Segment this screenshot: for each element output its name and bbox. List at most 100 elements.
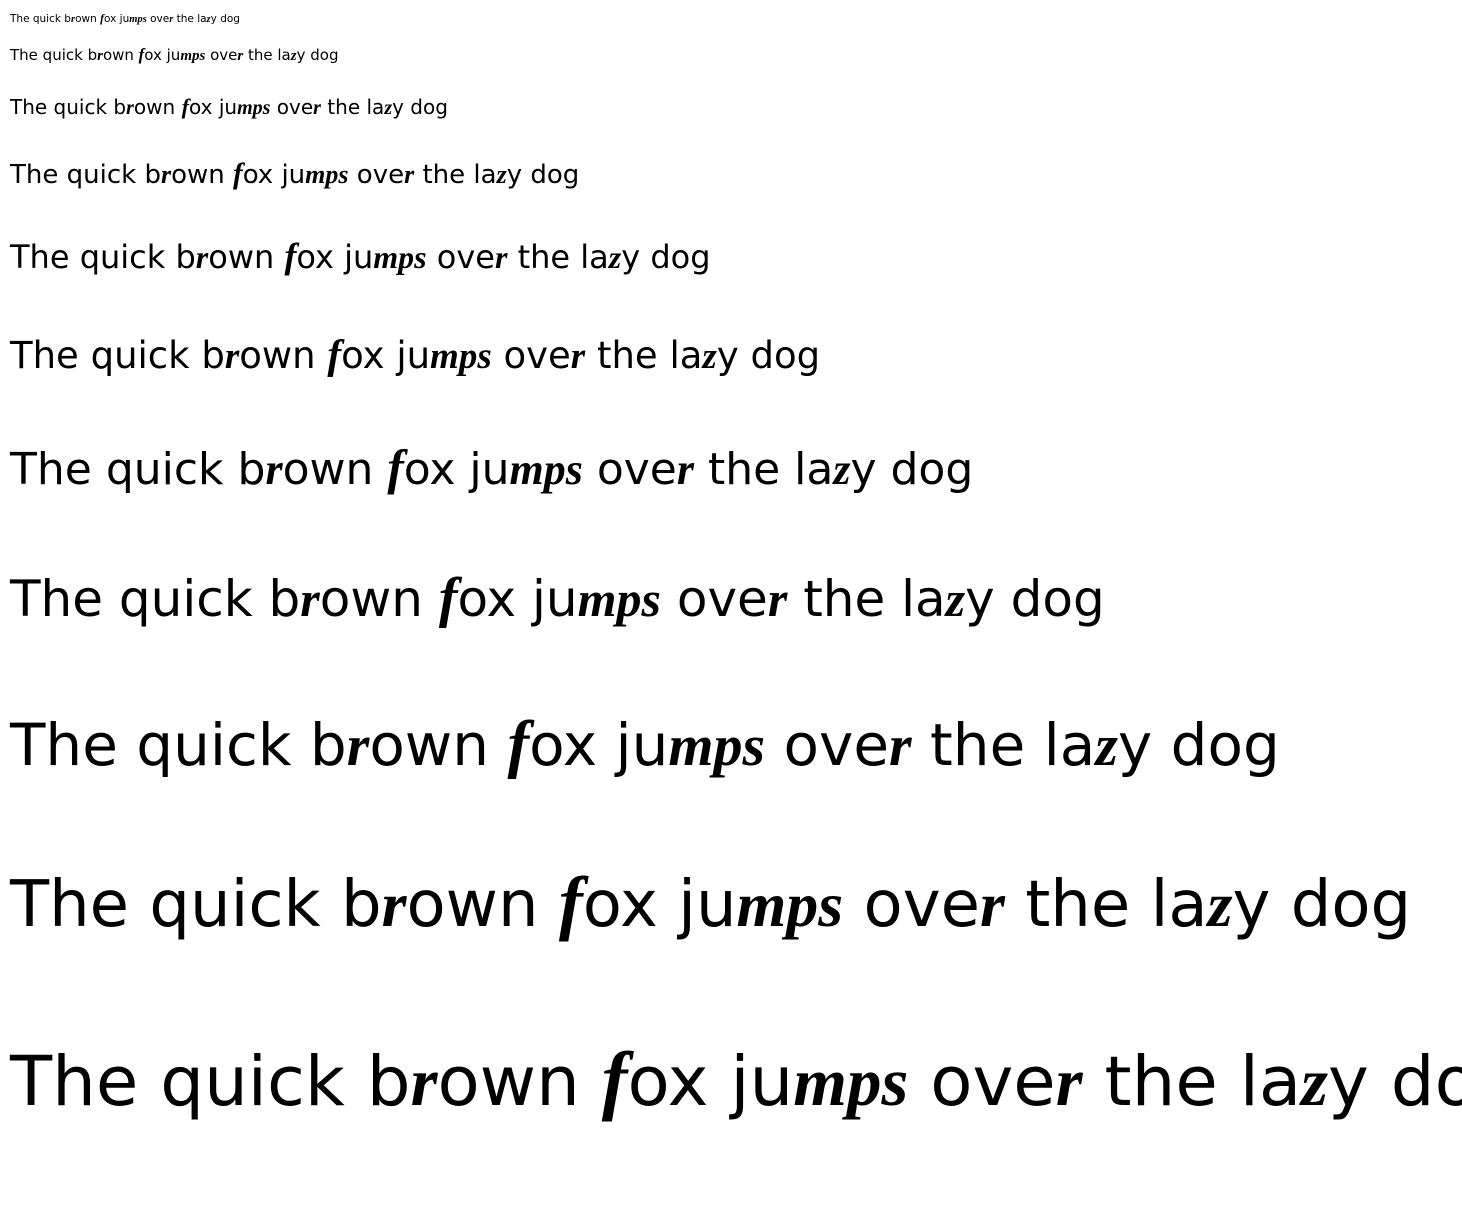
substituted-glyph: r <box>979 869 1005 940</box>
text-run: The quick b <box>10 444 266 495</box>
specimen-line: The quick brown fox jumps over the lazy … <box>10 331 821 377</box>
substituted-glyph: mps <box>180 48 206 64</box>
text-run: ox ju <box>582 868 737 942</box>
substituted-glyph: f <box>233 158 243 190</box>
text-run: own <box>133 95 182 119</box>
substituted-glyph: z <box>833 445 851 494</box>
text-run: ove <box>146 13 170 25</box>
substituted-glyph: z <box>1207 869 1233 940</box>
text-run: own <box>437 1042 602 1122</box>
text-run: the la <box>173 13 207 25</box>
text-run: ove <box>582 444 677 495</box>
text-run: ox ju <box>457 570 578 628</box>
substituted-glyph: mps <box>129 14 147 25</box>
text-run: ove <box>205 46 238 64</box>
substituted-glyph: f <box>284 236 297 276</box>
substituted-glyph: mps <box>577 571 661 627</box>
text-run: ox ju <box>242 160 306 190</box>
substituted-glyph: z <box>1095 713 1118 778</box>
substituted-glyph: z <box>945 571 966 627</box>
text-run: ove <box>348 160 405 190</box>
text-run: own <box>208 238 285 276</box>
text-run: y dog <box>392 95 448 119</box>
specimen-line: The quick brown fox jumps over the lazy … <box>10 1040 1462 1120</box>
text-run: ove <box>426 238 495 276</box>
text-run: own <box>102 46 139 64</box>
text-run: The quick b <box>10 46 98 64</box>
specimen-line: The quick brown fox jumps over the lazy … <box>10 712 1280 777</box>
text-run: ove <box>765 711 890 779</box>
substituted-glyph: f <box>558 862 583 942</box>
text-run: ox ju <box>627 1042 794 1122</box>
substituted-glyph: r <box>224 336 240 377</box>
specimen-line: The quick brown fox jumps over the lazy … <box>10 236 711 276</box>
text-run: y dog <box>1328 1042 1462 1122</box>
substituted-glyph: r <box>889 713 912 778</box>
text-run: the la <box>585 334 703 377</box>
text-run: own <box>75 13 101 25</box>
substituted-glyph: f <box>601 1036 628 1122</box>
text-run: y dog <box>296 46 339 64</box>
substituted-glyph: r <box>160 160 172 189</box>
substituted-glyph: r <box>313 97 321 119</box>
text-run: own <box>282 444 388 495</box>
substituted-glyph: mps <box>237 97 271 119</box>
text-run: The quick b <box>10 1042 411 1122</box>
text-run: ove <box>908 1042 1056 1122</box>
substituted-glyph: r <box>300 571 320 627</box>
text-run: ove <box>660 570 768 628</box>
substituted-glyph: r <box>570 336 586 377</box>
text-run: y dog <box>965 570 1105 628</box>
text-run: the la <box>911 711 1096 779</box>
substituted-glyph: f <box>327 331 342 377</box>
substituted-glyph: mps <box>509 445 583 494</box>
substituted-glyph: r <box>381 869 407 940</box>
substituted-glyph: r <box>767 571 788 627</box>
substituted-glyph: z <box>384 97 393 119</box>
substituted-glyph: r <box>410 1044 438 1120</box>
substituted-glyph: f <box>181 94 190 119</box>
text-run: own <box>406 868 559 942</box>
text-run: y dog <box>716 334 821 377</box>
substituted-glyph: mps <box>736 869 844 940</box>
substituted-glyph: mps <box>305 160 349 189</box>
specimen-line: The quick brown fox jumps over the lazy … <box>10 570 1105 626</box>
text-run: y dog <box>850 444 974 495</box>
substituted-glyph: r <box>195 239 209 275</box>
substituted-glyph: f <box>387 440 404 495</box>
text-run: ove <box>491 334 571 377</box>
text-run: the la <box>787 570 946 628</box>
text-run: y dog <box>621 238 711 276</box>
text-run: The quick b <box>10 95 127 119</box>
substituted-glyph: r <box>1055 1044 1083 1120</box>
text-run: ove <box>270 95 314 119</box>
substituted-glyph: mps <box>373 239 427 275</box>
specimen-line: The quick brown fox jumps over the lazy … <box>10 158 579 190</box>
text-run: y dog <box>210 13 240 25</box>
text-run: the la <box>320 95 385 119</box>
specimen-line: The quick brown fox jumps over the lazy … <box>10 13 240 26</box>
text-run: The quick b <box>10 238 196 276</box>
text-run: The quick b <box>10 868 382 942</box>
text-run: The quick b <box>10 334 225 377</box>
substituted-glyph: mps <box>793 1044 909 1120</box>
substituted-glyph: r <box>346 713 370 778</box>
text-run: the la <box>693 444 834 495</box>
text-run: ox ju <box>341 334 431 377</box>
text-run: ox ju <box>104 13 130 25</box>
substituted-glyph: z <box>702 336 717 377</box>
substituted-glyph: r <box>265 445 283 494</box>
substituted-glyph: z <box>608 239 622 275</box>
text-run: The quick b <box>10 570 301 628</box>
text-run: the la <box>1004 868 1208 942</box>
text-run: The quick b <box>10 711 347 779</box>
specimen-line: The quick brown fox jumps over the lazy … <box>10 443 973 492</box>
text-run: ox ju <box>144 46 181 64</box>
text-run: ox ju <box>529 711 669 779</box>
substituted-glyph: f <box>507 708 530 780</box>
specimen-line: The quick brown fox jumps over the lazy … <box>10 94 448 119</box>
text-run: own <box>369 711 508 779</box>
text-run: ox ju <box>189 95 238 119</box>
substituted-glyph: mps <box>430 336 492 377</box>
substituted-glyph: r <box>494 239 508 275</box>
